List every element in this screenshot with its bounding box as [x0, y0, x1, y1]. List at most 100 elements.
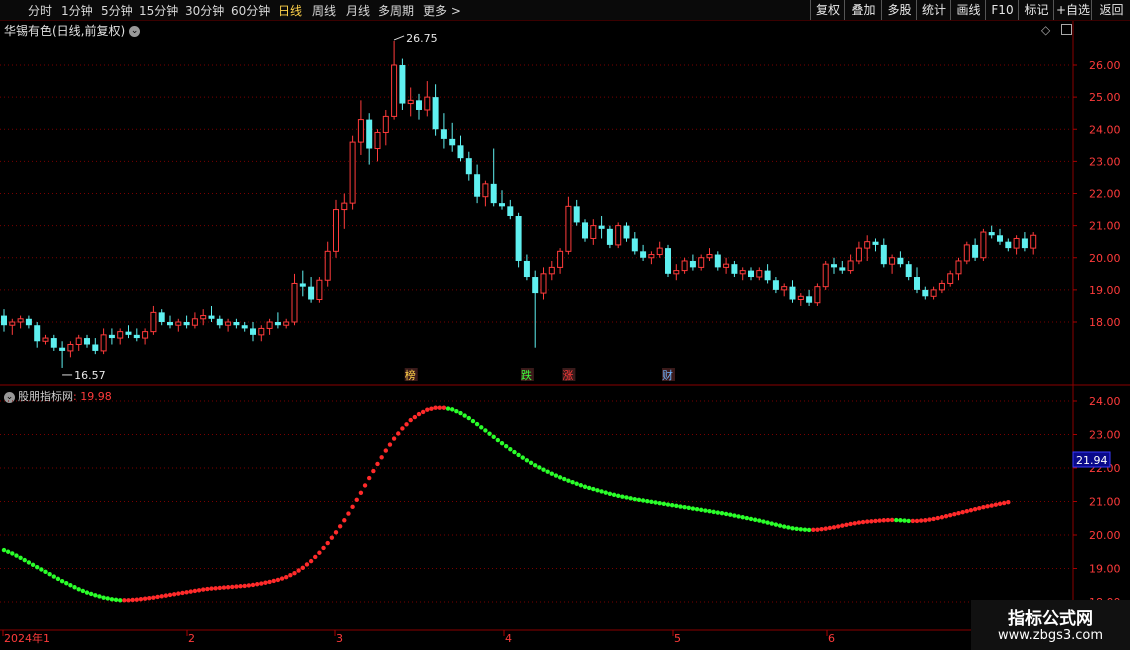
indicator-dot: [387, 442, 393, 447]
candle-body-up: [540, 273, 547, 294]
event-tag: 跌: [521, 368, 532, 382]
indicator-dot: [989, 503, 994, 508]
period-tab-10[interactable]: 更多 >: [423, 2, 461, 19]
main-axis-label: 25.00: [1089, 91, 1121, 104]
chart-canvas[interactable]: 26.00 25.00 24.00 23.00 22.00 21.00 20.00 19.00…: [0, 21, 1130, 650]
indicator-dot: [284, 575, 289, 580]
candle-body-down: [308, 286, 315, 300]
candle-body-down: [241, 325, 248, 329]
toolbar-button-8[interactable]: 返回: [1091, 0, 1130, 20]
indicator-dot: [773, 522, 779, 527]
period-tab-4[interactable]: 30分钟: [185, 2, 224, 19]
candle-body-up: [557, 250, 564, 268]
candle-body-up: [706, 254, 713, 259]
indicator-dot: [931, 516, 936, 522]
period-tab-2[interactable]: 5分钟: [101, 2, 133, 19]
indicator-dot: [578, 483, 584, 488]
indicator-dot: [752, 517, 758, 522]
indicator-dot: [201, 587, 206, 592]
candle-body-up: [17, 318, 24, 323]
candle-body-up: [407, 99, 414, 105]
toolbar-button-1[interactable]: 叠加: [844, 0, 882, 20]
indicator-dot: [72, 585, 77, 590]
indicator-dot: [51, 574, 56, 579]
indicator-dot: [952, 512, 957, 517]
indicator-dot: [491, 434, 496, 440]
period-tab-6[interactable]: 日线: [278, 2, 302, 19]
indicator-dot: [503, 444, 509, 449]
toolbar-button-0[interactable]: 复权: [810, 0, 845, 20]
period-tab-9[interactable]: 多周期: [378, 2, 414, 19]
candle-body-down: [366, 119, 373, 149]
candle-body-down: [764, 270, 771, 281]
toolbar-button-4[interactable]: 画线: [950, 0, 986, 20]
candle-body-up: [258, 327, 265, 336]
indicator-dot: [325, 540, 330, 546]
indicator-dot: [939, 515, 945, 520]
period-tab-1[interactable]: 1分钟: [61, 2, 93, 19]
indicator-dot: [454, 409, 459, 414]
candle-body-up: [9, 321, 16, 326]
main-axis-label: 20.00: [1089, 252, 1121, 265]
indicator-dot: [479, 425, 484, 430]
candle-body-up: [797, 295, 804, 301]
candle-body-down: [457, 145, 464, 159]
indicator-axis-label: 23.00: [1089, 429, 1121, 442]
x-axis-label: 5: [674, 632, 681, 645]
candle-body-down: [831, 264, 837, 268]
indicator-dot: [109, 597, 115, 602]
toolbar-button-2[interactable]: 多股: [881, 0, 917, 20]
indicator-dot: [719, 511, 725, 516]
period-tab-7[interactable]: 周线: [312, 2, 336, 19]
candle-body-down: [25, 318, 32, 326]
indicator-dot: [400, 426, 405, 431]
indicator-dot: [595, 488, 600, 493]
toolbar-button-3[interactable]: 统计: [916, 0, 951, 20]
toolbar-button-5[interactable]: F10: [985, 0, 1019, 20]
event-tag: 财: [662, 368, 673, 382]
indicator-dot: [549, 471, 554, 476]
indicator-dot: [856, 520, 862, 525]
candle-body-up: [648, 254, 655, 259]
indicator-dot: [416, 411, 422, 417]
indicator-dot: [59, 579, 65, 584]
indicator-dot: [964, 509, 969, 514]
indicator-dot: [404, 422, 409, 427]
indicator-dot: [827, 525, 833, 531]
indicator-dot: [483, 428, 488, 433]
indicator-dot: [221, 585, 227, 590]
indicator-dot: [159, 594, 164, 599]
candle-body-up: [283, 321, 290, 326]
indicator-dot: [333, 530, 339, 535]
period-tab-0[interactable]: 分时: [28, 2, 52, 19]
indicator-dot: [151, 595, 156, 600]
indicator-dot: [740, 515, 745, 520]
indicator-dot: [927, 517, 932, 522]
period-tab-5[interactable]: 60分钟: [231, 2, 270, 19]
candle-body-down: [582, 222, 588, 239]
indicator-dot: [918, 518, 924, 523]
toolbar-button-6[interactable]: 标记: [1018, 0, 1054, 20]
indicator-dot: [848, 521, 853, 527]
indicator-dot: [512, 449, 517, 455]
period-tab-8[interactable]: 月线: [346, 2, 370, 19]
indicator-dot: [956, 511, 961, 516]
candle-body-down: [748, 270, 754, 278]
indicator-dot: [902, 518, 907, 523]
indicator-dot: [649, 499, 654, 505]
indicator-dot: [533, 463, 538, 468]
indicator-dot: [425, 407, 430, 412]
indicator-dot: [279, 576, 285, 581]
indicator-dot: [765, 520, 770, 525]
indicator-dot: [769, 521, 774, 526]
indicator-dot: [18, 555, 23, 560]
candle-body-up: [1030, 234, 1037, 249]
indicator-dot: [346, 511, 351, 516]
indicator-dot: [379, 455, 384, 460]
indicator-dot: [22, 557, 27, 563]
indicator-dot: [43, 569, 48, 575]
period-tab-3[interactable]: 15分钟: [139, 2, 178, 19]
indicator-dot: [794, 526, 799, 532]
toolbar-button-7[interactable]: +自选: [1053, 0, 1092, 20]
candle-body-up: [781, 286, 788, 291]
